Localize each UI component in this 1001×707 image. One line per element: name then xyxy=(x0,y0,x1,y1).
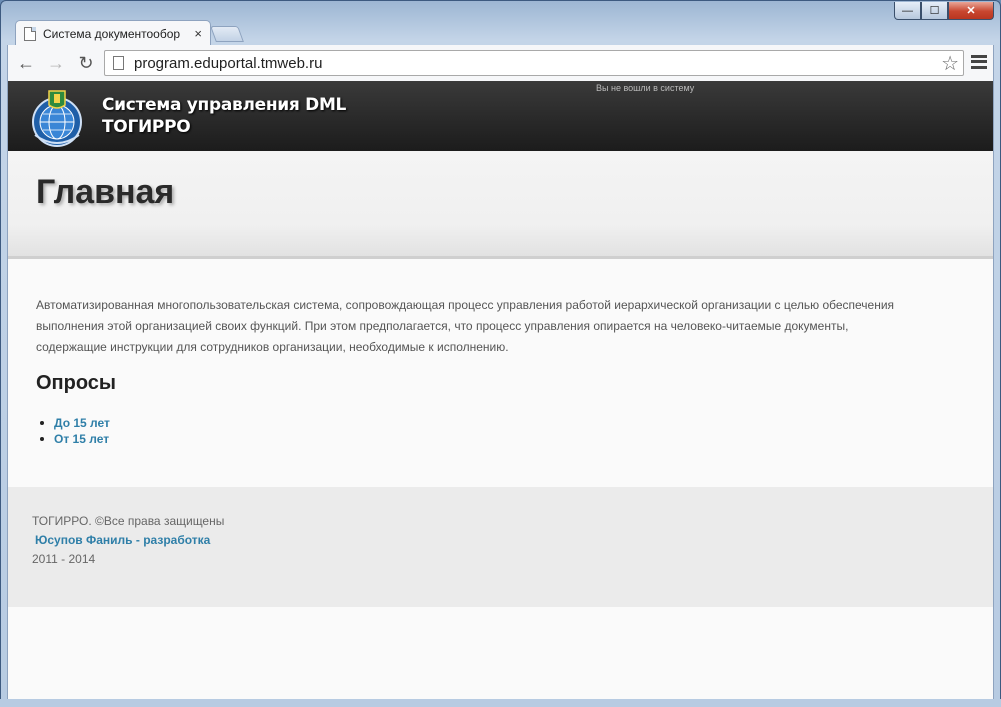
footer-years: 2011 - 2014 xyxy=(32,552,96,566)
url-text[interactable]: program.eduportal.tmweb.ru xyxy=(134,55,941,72)
menu-icon[interactable] xyxy=(971,54,987,70)
page-viewport: Система управления DML ТОГИРРО Вы не вош… xyxy=(7,81,994,700)
address-bar[interactable]: program.eduportal.tmweb.ru ☆ xyxy=(104,50,964,76)
browser-tab[interactable]: Система документообор × xyxy=(15,20,211,46)
close-window-button[interactable]: ✕ xyxy=(948,2,994,20)
list-item: До 15 лет xyxy=(40,415,965,431)
tab-title: Система документообор xyxy=(43,26,181,41)
browser-toolbar: ← → ↻ program.eduportal.tmweb.ru ☆ xyxy=(7,45,994,81)
back-button[interactable]: ← xyxy=(14,51,38,75)
site-brand[interactable]: Система управления DML ТОГИРРО xyxy=(102,94,346,138)
brand-line-2: ТОГИРРО xyxy=(102,117,191,137)
tab-close-icon[interactable]: × xyxy=(194,26,202,41)
page-icon xyxy=(24,26,36,41)
minimize-button[interactable]: — xyxy=(894,2,921,20)
page-icon xyxy=(113,56,124,70)
window-controls: — ☐ ✕ xyxy=(894,2,994,20)
login-status: Вы не вошли в систему xyxy=(596,83,695,93)
site-footer: ТОГИРРО. ©Все права защищены Юсупов Фани… xyxy=(8,487,993,607)
forward-button[interactable]: → xyxy=(44,51,68,75)
title-bar: — ☐ ✕ Система документообор × xyxy=(1,1,1000,46)
window-bottom-frame xyxy=(0,699,1001,707)
copyright-text: ТОГИРРО. ©Все права защищены xyxy=(32,514,225,528)
poll-link-under-15[interactable]: До 15 лет xyxy=(54,416,110,430)
bookmark-star-icon[interactable]: ☆ xyxy=(941,51,959,76)
browser-window: — ☐ ✕ Система документообор × ← → ↻ prog… xyxy=(0,0,1001,707)
new-tab-button[interactable] xyxy=(210,26,244,42)
main-content: Автоматизированная многопользовательская… xyxy=(8,259,993,447)
logo-emblem-icon[interactable] xyxy=(26,87,88,149)
intro-text: Автоматизированная многопользовательская… xyxy=(36,298,895,354)
site-header: Система управления DML ТОГИРРО Вы не вош… xyxy=(8,81,993,151)
maximize-button[interactable]: ☐ xyxy=(921,2,948,20)
polls-list: До 15 лет От 15 лет xyxy=(36,415,965,447)
poll-link-over-15[interactable]: От 15 лет xyxy=(54,432,109,446)
developer-link[interactable]: Юсупов Фаниль - разработка xyxy=(32,533,210,547)
polls-heading: Опросы xyxy=(36,372,117,394)
brand-line-1: Система управления DML xyxy=(102,95,347,115)
reload-button[interactable]: ↻ xyxy=(74,51,98,75)
list-item: От 15 лет xyxy=(40,431,965,447)
page-hero: Главная xyxy=(8,151,993,259)
page-title: Главная xyxy=(36,173,175,211)
